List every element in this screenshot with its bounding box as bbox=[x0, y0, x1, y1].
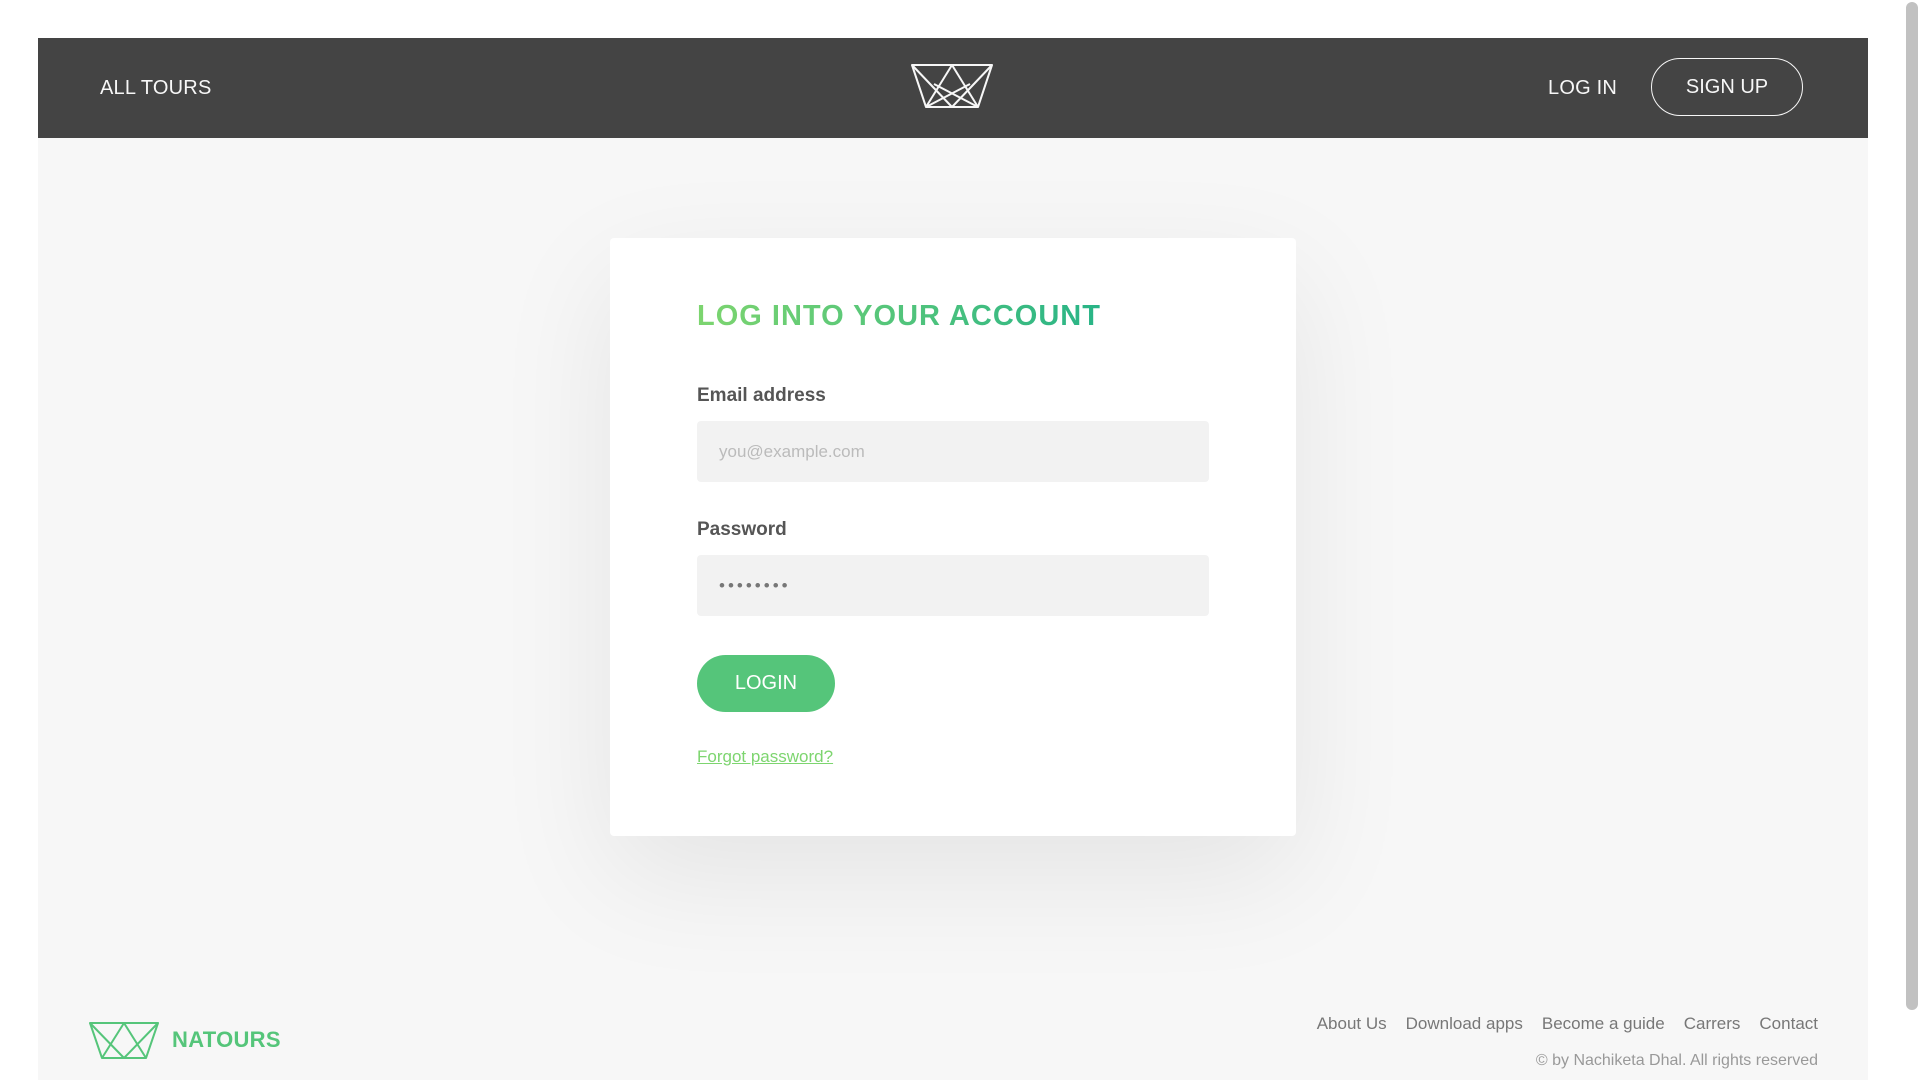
email-input[interactable] bbox=[697, 421, 1209, 482]
login-nav-link[interactable]: Log in bbox=[1548, 77, 1617, 100]
footer-link-about-us[interactable]: About Us bbox=[1317, 1014, 1387, 1034]
natours-logo-icon[interactable] bbox=[910, 62, 994, 110]
forgot-password-link[interactable]: Forgot password? bbox=[697, 747, 833, 767]
page: All tours Log in Sign up Log into your a… bbox=[38, 38, 1868, 1080]
natours-footer-logo-icon bbox=[89, 1022, 159, 1059]
footer-navigation: About Us Download apps Become a guide Ca… bbox=[1317, 1014, 1818, 1034]
footer-link-contact[interactable]: Contact bbox=[1759, 1014, 1818, 1034]
footer-link-download-apps[interactable]: Download apps bbox=[1406, 1014, 1523, 1034]
top-navigation: All tours Log in Sign up bbox=[38, 38, 1868, 138]
scrollbar-thumb[interactable] bbox=[1906, 2, 1918, 1010]
password-label: Password bbox=[697, 519, 787, 540]
password-input[interactable] bbox=[697, 555, 1209, 616]
footer-link-careers[interactable]: Carrers bbox=[1684, 1014, 1741, 1034]
login-submit-button[interactable]: Login bbox=[697, 655, 835, 712]
footer-copyright: © by Nachiketa Dhal. All rights reserved bbox=[1535, 1052, 1818, 1069]
all-tours-link[interactable]: All tours bbox=[100, 77, 211, 100]
login-heading: Log into your account bbox=[697, 300, 1101, 332]
login-card: Log into your account Email address Pass… bbox=[610, 238, 1296, 836]
footer-brand: Natours bbox=[172, 1027, 281, 1052]
footer-link-become-guide[interactable]: Become a guide bbox=[1542, 1014, 1665, 1034]
email-label: Email address bbox=[697, 385, 826, 406]
signup-button[interactable]: Sign up bbox=[1651, 58, 1803, 116]
